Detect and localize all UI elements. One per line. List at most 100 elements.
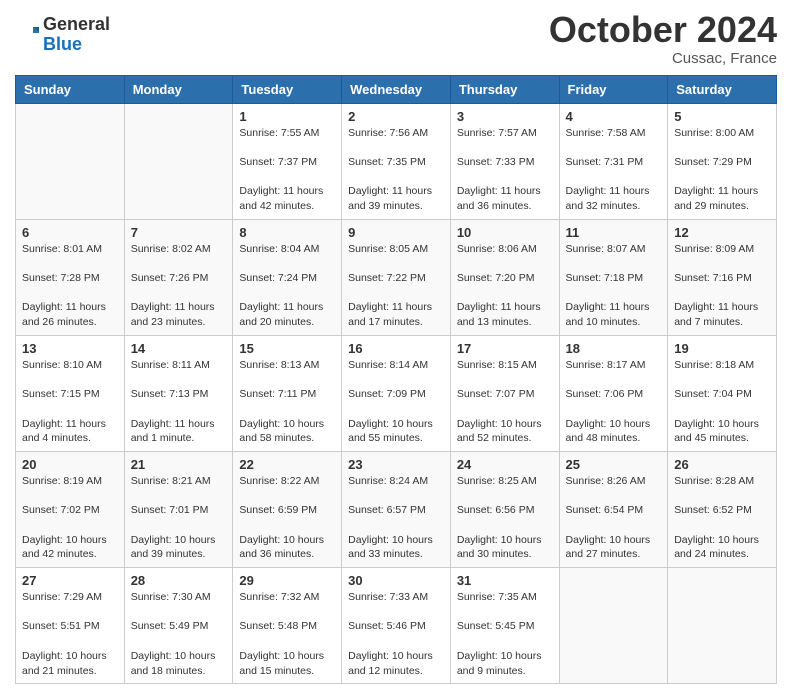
calendar-cell: 29Sunrise: 7:32 AMSunset: 5:48 PMDayligh… [233, 568, 342, 684]
day-number: 1 [239, 109, 335, 124]
calendar-cell: 25Sunrise: 8:26 AMSunset: 6:54 PMDayligh… [559, 451, 668, 567]
day-detail: Daylight: 11 hours and 29 minutes. [674, 185, 758, 212]
calendar-cell [124, 103, 233, 219]
day-content: Sunrise: 8:25 AM Sunset: 6:56 PM Daylight:… [457, 474, 553, 562]
day-detail: Daylight: 10 hours and 52 minutes. [457, 418, 542, 445]
day-detail: Daylight: 11 hours and 32 minutes. [566, 185, 650, 212]
day-detail: Sunrise: 8:25 AM [457, 474, 553, 489]
calendar-cell [16, 103, 125, 219]
day-content: Sunrise: 8:22 AMSunset: 6:59 PMDaylight:… [239, 474, 335, 562]
day-detail: Daylight: 11 hours and 26 minutes. [22, 301, 106, 328]
day-detail: Sunrise: 8:01 AM [22, 242, 118, 257]
day-detail: Sunrise: 7:56 AM [348, 126, 444, 141]
day-detail: Sunrise: 8:17 AM [566, 358, 662, 373]
day-detail: Sunset: 7:18 PM [566, 271, 662, 286]
day-detail: Sunset: 6:57 PM [348, 503, 444, 518]
day-content: Sunrise: 8:05 AMSunset: 7:22 PMDaylight:… [348, 242, 444, 330]
calendar-cell: 19Sunrise: 8:18 AMSunset: 7:04 PMDayligh… [668, 335, 777, 451]
day-number: 13 [22, 341, 118, 356]
day-detail: Sunrise: 7:33 AM [348, 590, 444, 605]
day-detail: Sunset: 5:45 PM [457, 619, 553, 634]
title-block: October 2024 Cussac, France [549, 10, 777, 67]
day-number: 8 [239, 225, 335, 240]
day-number: 31 [457, 573, 553, 588]
day-content: Sunrise: 7:56 AM Sunset: 7:35 PM Daylight:… [348, 126, 444, 214]
day-detail: Daylight: 10 hours and 18 minutes. [131, 650, 216, 677]
day-content: Sunrise: 7:33 AMSunset: 5:46 PMDaylight:… [348, 590, 444, 678]
calendar-cell: 28Sunrise: 7:30 AMSunset: 5:49 PMDayligh… [124, 568, 233, 684]
calendar-cell: 2Sunrise: 7:56 AMSunset: 7:35 PMDaylight… [342, 103, 451, 219]
calendar-cell [668, 568, 777, 684]
day-content: Sunrise: 8:04 AMSunset: 7:24 PMDaylight:… [239, 242, 335, 330]
day-content: Sunrise: 7:57 AMSunset: 7:33 PMDaylight:… [457, 126, 553, 214]
day-detail: Daylight: 11 hours and 10 minutes. [566, 301, 650, 328]
day-number: 24 [457, 457, 553, 472]
day-detail: Sunrise: 7:29 AM [22, 590, 118, 605]
day-detail: Sunset: 6:54 PM [566, 503, 662, 518]
day-header-wednesday: Wednesday [342, 75, 451, 103]
month-title: October 2024 [549, 10, 777, 50]
day-detail: Sunset: 7:11 PM [239, 387, 335, 402]
calendar-cell: 21Sunrise: 8:21 AMSunset: 7:01 PMDayligh… [124, 451, 233, 567]
day-content: Sunrise: 7:58 AMSunset: 7:31 PMDaylight:… [566, 126, 662, 214]
day-number: 11 [566, 225, 662, 240]
day-detail: Sunset: 5:51 PM [22, 619, 118, 634]
day-detail: Sunrise: 8:19 AM [22, 474, 118, 489]
day-detail: Daylight: 11 hours and 39 minutes. [348, 185, 432, 212]
day-detail: Sunrise: 8:10 AM [22, 358, 118, 373]
day-content: Sunrise: 8:10 AMSunset: 7:15 PMDaylight:… [22, 358, 118, 446]
page-header: General Blue October 2024 Cussac, France [15, 10, 777, 67]
calendar-week-3: 13 Sunrise: 8:10 AM Sunset: 7:15 PM Dayligh… [16, 335, 777, 451]
day-detail: Sunrise: 8:11 AM [131, 358, 227, 373]
day-detail: Sunrise: 8:00 AM [674, 126, 770, 141]
calendar-cell: 27Sunrise: 7:29 AMSunset: 5:51 PMDayligh… [16, 568, 125, 684]
day-detail: Sunrise: 8:26 AM [566, 474, 662, 489]
day-number: 5 [674, 109, 770, 124]
day-detail: Daylight: 11 hours and 17 minutes. [348, 301, 432, 328]
day-detail: Daylight: 10 hours and 58 minutes. [239, 418, 324, 445]
day-detail: Sunset: 7:35 PM [348, 155, 444, 170]
day-detail: Sunset: 7:15 PM [22, 387, 118, 402]
day-detail: Sunset: 6:56 PM [457, 503, 553, 518]
day-detail: Sunset: 6:52 PM [674, 503, 770, 518]
day-content: Sunrise: 8:00 AMSunset: 7:29 PMDaylight:… [674, 126, 770, 214]
day-number: 20 [22, 457, 118, 472]
calendar-cell: 9Sunrise: 8:05 AMSunset: 7:22 PMDaylight… [342, 219, 451, 335]
day-detail: Daylight: 10 hours and 55 minutes. [348, 418, 433, 445]
calendar-cell: 5 Sunrise: 8:00 AMSunset: 7:29 PMDaylight… [668, 103, 777, 219]
day-detail: Daylight: 10 hours and 30 minutes. [457, 534, 542, 561]
day-detail: Sunset: 7:07 PM [457, 387, 553, 402]
day-detail: Daylight: 11 hours and 36 minutes. [457, 185, 541, 212]
day-number: 4 [566, 109, 662, 124]
logo-text: General Blue [43, 15, 110, 55]
day-content: Sunrise: 8:19 AMSunset: 7:02 PMDaylight:… [22, 474, 118, 562]
day-detail: Daylight: 11 hours and 7 minutes. [674, 301, 758, 328]
day-detail: Sunrise: 8:22 AM [239, 474, 335, 489]
day-detail: Sunset: 7:01 PM [131, 503, 227, 518]
day-content: Sunrise: 7:55 AMSunset: 7:37 PMDaylight:… [239, 126, 335, 214]
day-number: 22 [239, 457, 335, 472]
day-header-tuesday: Tuesday [233, 75, 342, 103]
day-detail: Sunset: 5:49 PM [131, 619, 227, 634]
logo-line2: Blue [43, 35, 110, 55]
day-detail: Sunrise: 8:18 AM [674, 358, 770, 373]
calendar-cell: 11Sunrise: 8:07 AMSunset: 7:18 PMDayligh… [559, 219, 668, 335]
day-detail: Sunrise: 8:24 AM [348, 474, 444, 489]
day-detail: Sunrise: 8:13 AM [239, 358, 335, 373]
day-detail: Daylight: 10 hours and 21 minutes. [22, 650, 107, 677]
calendar-week-1: 1 Sunrise: 7:55 AMSunset: 7:37 PMDaylight… [16, 103, 777, 219]
day-detail: Daylight: 11 hours and 42 minutes. [239, 185, 323, 212]
calendar-cell: 20Sunrise: 8:19 AMSunset: 7:02 PMDayligh… [16, 451, 125, 567]
day-number: 7 [131, 225, 227, 240]
day-detail: Sunrise: 7:30 AM [131, 590, 227, 605]
day-detail: Sunset: 7:13 PM [131, 387, 227, 402]
day-detail: Sunset: 7:26 PM [131, 271, 227, 286]
day-detail: Daylight: 11 hours and 23 minutes. [131, 301, 215, 328]
day-detail: Daylight: 11 hours and 20 minutes. [239, 301, 323, 328]
day-content: Sunrise: 8:24 AMSunset: 6:57 PMDaylight:… [348, 474, 444, 562]
calendar-cell: 4 Sunrise: 7:58 AMSunset: 7:31 PMDaylight… [559, 103, 668, 219]
calendar-week-4: 20 Sunrise: 8:19 AM Sunset: 7:02 PM Dayligh… [16, 451, 777, 567]
calendar-cell: 15Sunrise: 8:13 AMSunset: 7:11 PMDayligh… [233, 335, 342, 451]
day-detail: Sunset: 7:02 PM [22, 503, 118, 518]
day-detail: Sunrise: 7:32 AM [239, 590, 335, 605]
